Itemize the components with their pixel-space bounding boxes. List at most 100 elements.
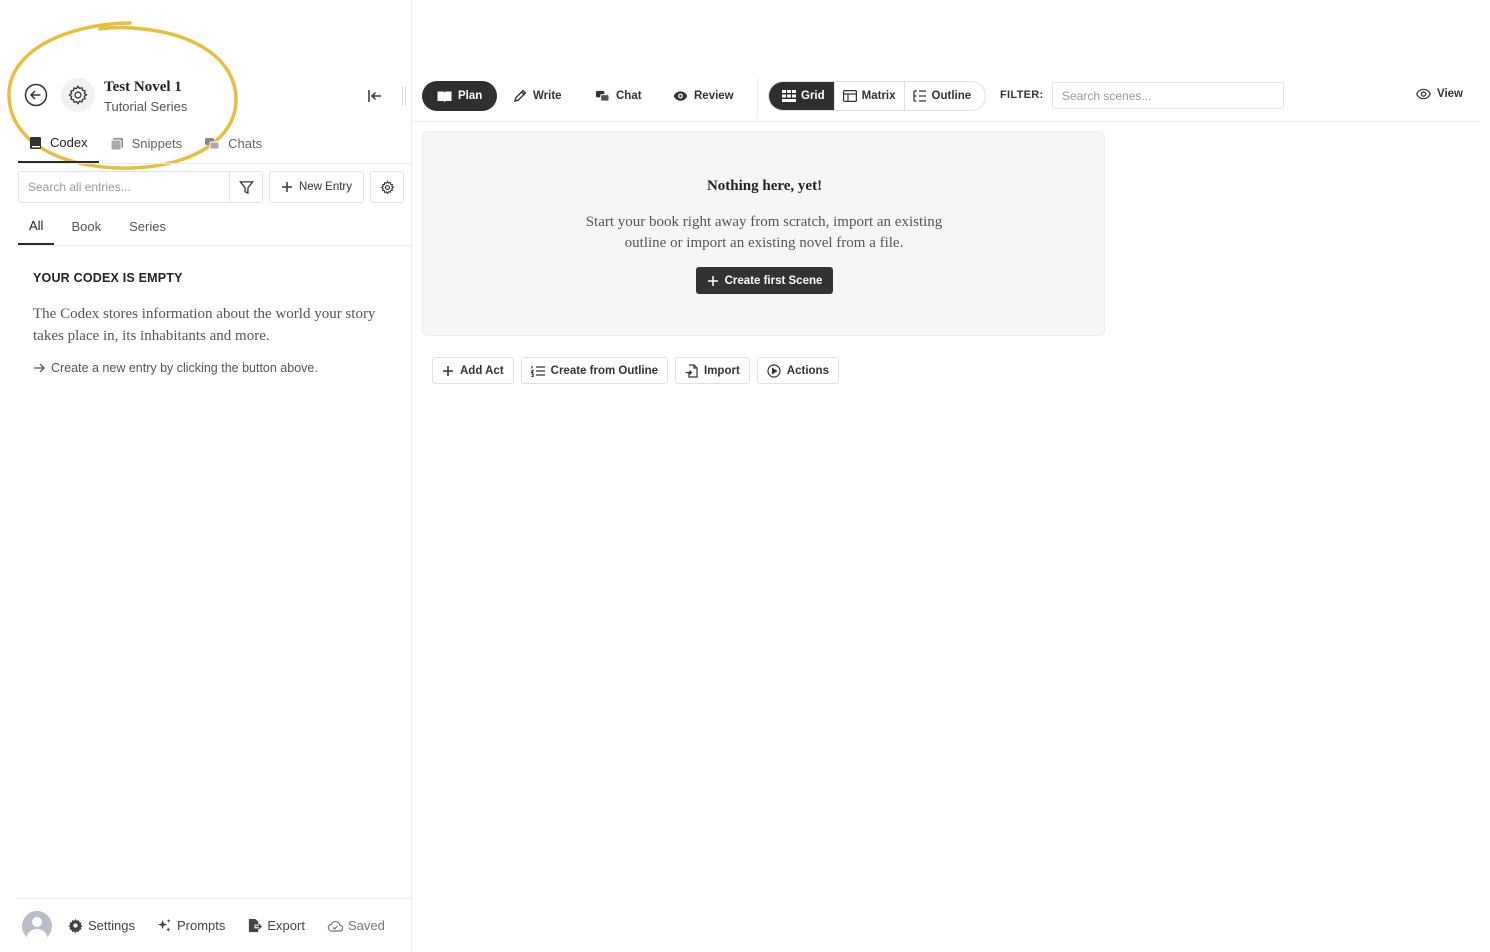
project-series: Tutorial Series (104, 99, 188, 114)
codex-empty-heading: YOUR CODEX IS EMPTY (33, 271, 183, 285)
create-first-scene-button[interactable]: Create first Scene (696, 267, 833, 294)
create-from-outline-button[interactable]: Create from Outline (520, 357, 669, 384)
empty-state-text: Start your book right away from scratch,… (585, 214, 943, 251)
pencil-icon (514, 89, 527, 102)
new-entry-label: New Entry (298, 181, 353, 193)
prompts-label: Prompts (176, 918, 226, 933)
plus-icon (707, 275, 718, 286)
outline-icon (912, 90, 926, 102)
tab-chats[interactable]: Chats (193, 124, 273, 163)
codex-empty-hint-text: Create a new entry by clicking the butto… (51, 361, 318, 375)
back-button[interactable] (24, 83, 48, 107)
eye-icon (673, 91, 688, 101)
mode-label: Chat (616, 90, 642, 102)
matrix-icon (842, 90, 857, 102)
book-open-icon (437, 91, 452, 102)
mode-label: Write (533, 90, 562, 102)
gear-icon (68, 918, 83, 933)
mode-chat-button[interactable]: Chat (595, 81, 642, 111)
new-entry-button[interactable]: New Entry (269, 171, 364, 203)
view-options-label: View (1437, 88, 1463, 100)
codex-search-input[interactable]: Search all entries... (18, 171, 230, 203)
toolbar-divider (757, 78, 758, 118)
chat-bubbles-icon (205, 137, 220, 149)
create-from-outline-label: Create from Outline (550, 364, 659, 377)
tab-label: Chats (228, 136, 263, 151)
tab-label: Snippets (131, 136, 183, 151)
add-act-label: Add Act (460, 364, 504, 377)
sparkles-icon (157, 918, 171, 932)
mode-review-button[interactable]: Review (673, 81, 734, 111)
avatar[interactable] (22, 910, 52, 941)
saved-status: Saved (327, 918, 385, 933)
view-label: Grid (801, 90, 825, 102)
export-button[interactable]: Export (247, 918, 305, 933)
numbered-list-icon (530, 365, 545, 377)
filter-label: FILTER: (1000, 89, 1044, 101)
collapse-left-icon (368, 90, 381, 102)
mode-label: Plan (458, 90, 483, 102)
export-file-icon (249, 918, 263, 933)
tab-snippets[interactable]: Snippets (99, 124, 194, 163)
sidebar-resize-handle[interactable] (400, 87, 408, 105)
subtab-all[interactable]: All (18, 208, 55, 245)
empty-state-title: Nothing here, yet! (706, 178, 823, 194)
filter-button[interactable] (230, 171, 263, 203)
project-settings-button[interactable] (61, 78, 95, 112)
codex-subtabs: All Book Series (18, 208, 412, 246)
gear-icon (68, 85, 88, 105)
main-toolbar: Plan Write Chat Review Grid Matrix Outli… (412, 74, 1480, 122)
plan-actions-row: Add Act Create from Outline Import Actio… (432, 357, 839, 384)
cloud-check-icon (327, 920, 343, 932)
plus-icon (281, 182, 292, 192)
import-button[interactable]: Import (675, 357, 750, 384)
settings-button[interactable]: Settings (68, 918, 135, 933)
codex-empty-description: The Codex stores information about the w… (33, 306, 376, 344)
actions-label: Actions (786, 364, 829, 377)
sidebar-tabs: Codex Snippets Chats (18, 124, 412, 164)
plus-icon (443, 365, 453, 376)
import-file-icon (685, 363, 698, 378)
actions-button[interactable]: Actions (756, 357, 839, 384)
arrow-left-circle-icon (24, 83, 48, 107)
tab-label: Codex (50, 135, 88, 150)
view-grid-button[interactable]: Grid (769, 82, 835, 110)
eye-icon (1416, 88, 1431, 100)
book-icon (30, 136, 41, 149)
grid-icon (782, 90, 796, 102)
add-act-button[interactable]: Add Act (432, 357, 514, 384)
snippets-icon (110, 137, 123, 150)
view-label: Matrix (861, 90, 896, 102)
gear-icon (380, 180, 394, 194)
view-switcher: Grid Matrix Outline (768, 81, 986, 111)
codex-empty-hint: Create a new entry by clicking the butto… (33, 361, 318, 375)
codex-settings-button[interactable] (370, 171, 404, 203)
view-options-button[interactable]: View (1416, 88, 1463, 100)
prompts-button[interactable]: Prompts (157, 918, 225, 933)
subtab-book[interactable]: Book (60, 208, 112, 245)
codex-search-row: Search all entries... (18, 171, 263, 203)
sidebar: Test Novel 1 Tutorial Series Codex Snipp… (0, 0, 412, 952)
project-title: Test Novel 1 (104, 79, 182, 95)
subtab-series[interactable]: Series (118, 208, 177, 245)
view-outline-button[interactable]: Outline (905, 82, 980, 110)
mode-plan-button[interactable]: Plan (422, 81, 498, 111)
export-label: Export (267, 918, 305, 933)
create-scene-label: Create first Scene (724, 274, 823, 287)
mode-write-button[interactable]: Write (513, 81, 562, 111)
play-circle-icon (767, 363, 781, 378)
collapse-sidebar-button[interactable] (366, 87, 384, 105)
tab-codex[interactable]: Codex (18, 124, 99, 163)
view-matrix-button[interactable]: Matrix (835, 82, 905, 110)
mode-label: Review (694, 90, 734, 102)
sidebar-bottom-bar: Settings Prompts Export Saved (16, 898, 412, 952)
saved-label: Saved (347, 918, 385, 933)
chat-bubbles-icon (596, 90, 610, 102)
view-label: Outline (931, 90, 972, 102)
arrow-right-icon (34, 363, 45, 373)
scene-search-input[interactable]: Search scenes... (1052, 82, 1284, 109)
filter-icon (238, 180, 254, 194)
import-label: Import (704, 364, 740, 377)
empty-state-card: Nothing here, yet! Start your book right… (422, 131, 1105, 336)
settings-label: Settings (88, 918, 135, 933)
